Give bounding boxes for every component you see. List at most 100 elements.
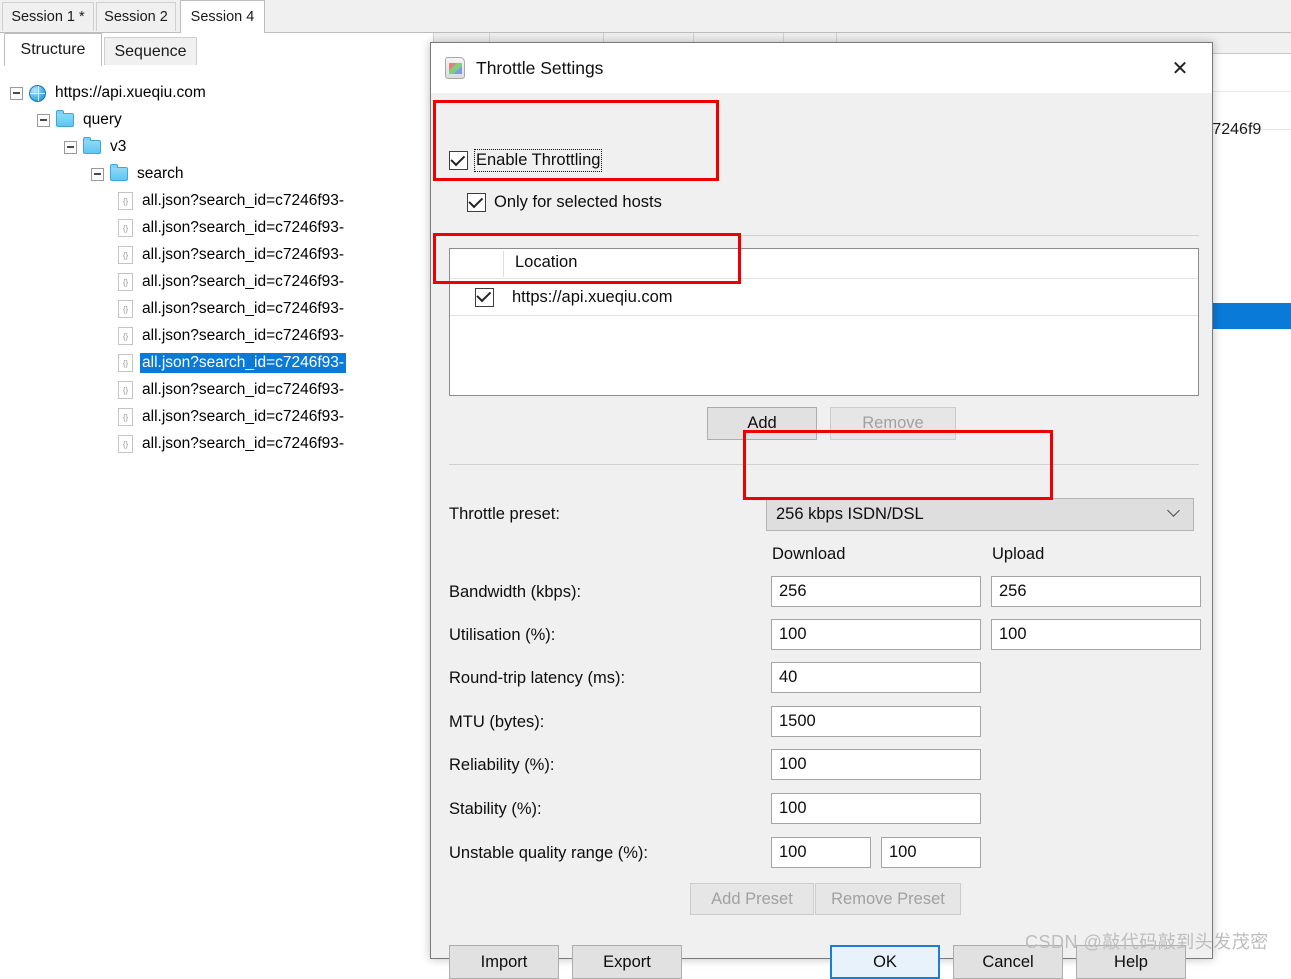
session-tab-2[interactable]: Session 2 (96, 2, 176, 31)
session-tab-4-label: Session 4 (190, 9, 255, 25)
tree-leaf-item[interactable]: {} all.json?search_id=c7246f93- (118, 323, 346, 349)
add-preset-label: Add Preset (711, 889, 793, 908)
latency-label: Round-trip latency (ms): (449, 669, 626, 687)
location-list-row[interactable]: https://api.xueqiu.com (450, 279, 1198, 316)
json-file-icon: {} (118, 435, 133, 453)
panel-tab-bar: Structure Sequence (0, 33, 420, 66)
close-icon[interactable]: ✕ (1158, 53, 1202, 83)
tree-leaf-label: all.json?search_id=c7246f93- (142, 219, 345, 236)
collapse-icon[interactable] (10, 86, 23, 100)
column-divider (503, 251, 504, 277)
dialog-body: Enable Throttling Only for selected host… (431, 93, 1212, 979)
throttle-preset-select[interactable]: 256 kbps ISDN/DSL (766, 498, 1194, 531)
folder-icon (110, 164, 128, 181)
json-file-icon: {} (118, 273, 133, 291)
unstable-quality-max-input[interactable]: 100 (881, 837, 981, 868)
tree-leaf-label: all.json?search_id=c7246f93- (142, 435, 345, 452)
tree-node-root-label: https://api.xueqiu.com (55, 84, 206, 101)
utilisation-upload-input[interactable]: 100 (991, 619, 1201, 650)
dialog-title-bar: Throttle Settings ✕ (431, 43, 1212, 93)
tab-structure[interactable]: Structure (4, 33, 102, 66)
checkbox-checked-icon[interactable] (449, 150, 468, 170)
stability-download-input[interactable]: 100 (771, 793, 981, 824)
enable-throttling-label: Enable Throttling (473, 149, 603, 172)
enable-throttling-checkbox[interactable]: Enable Throttling (449, 149, 603, 172)
json-file-icon: {} (118, 381, 133, 399)
tree-leaf-label: all.json?search_id=c7246f93- (142, 273, 345, 290)
add-preset-button: Add Preset (690, 883, 814, 915)
throttle-settings-dialog: Throttle Settings ✕ Enable Throttling On… (430, 42, 1213, 979)
tree-leaf-item[interactable]: {} all.json?search_id=c7246f93- (118, 215, 346, 241)
tree-node-v3[interactable]: v3 (64, 134, 128, 160)
checkbox-checked-icon[interactable] (475, 287, 494, 307)
ok-label: OK (873, 952, 897, 971)
tree-leaf-item[interactable]: {} all.json?search_id=c7246f93- (118, 350, 347, 376)
session-tab-4[interactable]: Session 4 (180, 0, 265, 33)
tab-sequence[interactable]: Sequence (104, 37, 197, 65)
checkbox-checked-icon[interactable] (467, 192, 486, 212)
tree-leaf-item[interactable]: {} all.json?search_id=c7246f93- (118, 269, 346, 295)
import-button[interactable]: Import (449, 945, 559, 979)
bandwidth-download-input[interactable]: 256 (771, 576, 981, 607)
mtu-download-input[interactable]: 1500 (771, 706, 981, 737)
import-label: Import (480, 952, 528, 971)
bandwidth-upload-input[interactable]: 256 (991, 576, 1201, 607)
tab-sequence-label: Sequence (114, 42, 187, 60)
json-file-icon: {} (118, 246, 133, 264)
tree-node-root[interactable]: https://api.xueqiu.com (10, 80, 208, 106)
tree-node-query[interactable]: query (37, 107, 124, 133)
tree-leaf-item[interactable]: {} all.json?search_id=c7246f93- (118, 242, 346, 268)
session-tab-1[interactable]: Session 1 * (2, 2, 94, 31)
background-selected-row (1211, 303, 1291, 329)
tree-leaf-item[interactable]: {} all.json?search_id=c7246f93- (118, 188, 346, 214)
ok-button[interactable]: OK (830, 945, 940, 979)
tree-node-search[interactable]: search (91, 161, 186, 187)
tab-structure-label: Structure (20, 41, 86, 58)
upload-column-header: Upload (992, 545, 1045, 563)
tree-leaf-item[interactable]: {} all.json?search_id=c7246f93- (118, 431, 346, 457)
chevron-down-icon (1169, 508, 1180, 519)
only-selected-hosts-checkbox[interactable]: Only for selected hosts (467, 192, 662, 212)
remove-preset-button: Remove Preset (815, 883, 961, 915)
tree-leaf-label: all.json?search_id=c7246f93- (142, 192, 345, 209)
download-column-header: Download (772, 545, 846, 563)
help-label: Help (1114, 952, 1148, 971)
remove-preset-label: Remove Preset (831, 889, 945, 908)
location-column-header: Location (515, 253, 578, 271)
utilisation-download-input[interactable]: 100 (771, 619, 981, 650)
tree-leaf-label: all.json?search_id=c7246f93- (142, 408, 345, 425)
divider (449, 464, 1199, 465)
add-location-button[interactable]: Add (707, 407, 817, 440)
tree-leaf-label: all.json?search_id=c7246f93- (142, 327, 345, 344)
export-label: Export (603, 952, 651, 971)
folder-icon (56, 110, 74, 127)
latency-download-input[interactable]: 40 (771, 662, 981, 693)
tree-leaf-label: all.json?search_id=c7246f93- (142, 381, 345, 398)
location-list[interactable]: Location https://api.xueqiu.com (449, 248, 1199, 396)
tree-leaf-label: all.json?search_id=c7246f93- (140, 353, 347, 373)
collapse-icon[interactable] (91, 167, 104, 181)
structure-tree[interactable]: https://api.xueqiu.com query v3 search {… (0, 66, 433, 896)
collapse-icon[interactable] (64, 140, 77, 154)
location-list-header: Location (450, 249, 1198, 279)
bandwidth-label: Bandwidth (kbps): (449, 583, 582, 601)
export-button[interactable]: Export (572, 945, 682, 979)
throttle-icon (445, 57, 465, 79)
watermark: CSDN @敲代码敲到头发茂密 (1025, 932, 1269, 952)
json-file-icon: {} (118, 354, 133, 372)
mtu-label: MTU (bytes): (449, 713, 545, 731)
globe-icon (29, 84, 46, 102)
json-file-icon: {} (118, 192, 133, 210)
add-location-label: Add (747, 414, 777, 432)
tree-leaf-item[interactable]: {} all.json?search_id=c7246f93- (118, 377, 346, 403)
reliability-download-input[interactable]: 100 (771, 749, 981, 780)
unstable-quality-min-input[interactable]: 100 (771, 837, 871, 868)
tree-node-search-label: search (137, 165, 184, 182)
tree-leaf-item[interactable]: {} all.json?search_id=c7246f93- (118, 296, 346, 322)
throttle-preset-label: Throttle preset: (449, 505, 560, 523)
json-file-icon: {} (118, 219, 133, 237)
tree-leaf-item[interactable]: {} all.json?search_id=c7246f93- (118, 404, 346, 430)
remove-location-label: Remove (862, 414, 924, 432)
collapse-icon[interactable] (37, 113, 50, 127)
dialog-title: Throttle Settings (476, 57, 604, 78)
